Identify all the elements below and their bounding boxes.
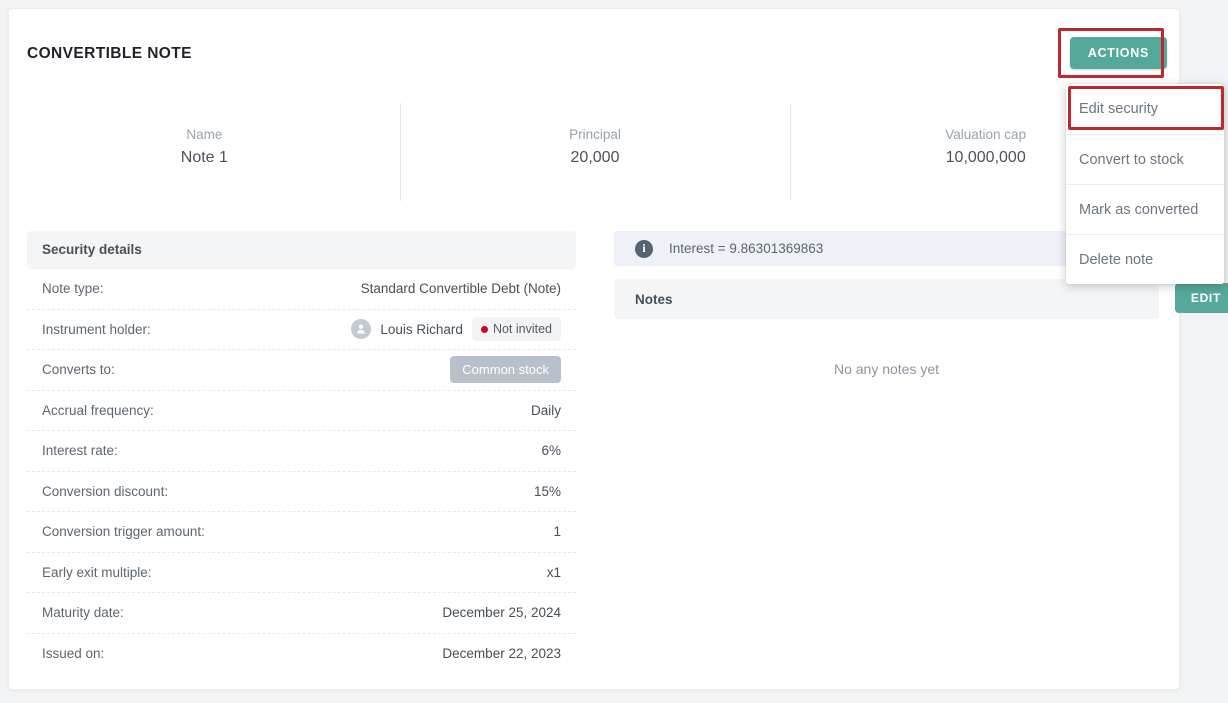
menu-item-edit-security[interactable]: Edit security	[1066, 84, 1224, 134]
notes-title: Notes	[635, 291, 673, 307]
detail-row-note-type: Note type: Standard Convertible Debt (No…	[27, 269, 576, 310]
menu-item-mark-as-converted[interactable]: Mark as converted	[1066, 184, 1224, 234]
detail-key: Early exit multiple:	[42, 564, 152, 580]
detail-value-group: Common stock	[450, 356, 561, 384]
edit-notes-button[interactable]: EDIT	[1174, 283, 1228, 313]
detail-row-issued-on: Issued on: December 22, 2023	[27, 634, 576, 675]
stat-value: Note 1	[180, 149, 228, 166]
notes-empty-message: No any notes yet	[833, 361, 940, 377]
detail-row-converts-to: Converts to: Common stock	[27, 350, 576, 391]
menu-item-delete-note[interactable]: Delete note	[1066, 234, 1224, 284]
detail-value: 1	[553, 524, 561, 540]
interest-info-text: Interest = 9.86301369863	[669, 241, 824, 256]
detail-key: Conversion trigger amount:	[42, 524, 205, 540]
detail-key: Instrument holder:	[42, 321, 151, 337]
detail-value: Standard Convertible Debt (Note)	[360, 281, 561, 297]
detail-row-instrument-holder: Instrument holder: Louis Richard Not inv…	[27, 310, 576, 350]
detail-value-group: Louis Richard Not invited	[351, 317, 561, 342]
actions-button[interactable]: ACTIONS	[1069, 37, 1167, 69]
security-details-header: Security details	[27, 231, 576, 269]
stat-principal: Principal 20,000	[399, 97, 791, 207]
convertible-note-card: CONVERTIBLE NOTE ACTIONS Name Note 1 Pri…	[8, 8, 1228, 690]
actions-dropdown-menu: Edit security Convert to stock Mark as c…	[1066, 84, 1224, 284]
summary-stats: Name Note 1 Principal 20,000 Valuation c…	[9, 97, 1181, 207]
detail-value: December 25, 2024	[442, 605, 561, 621]
stat-name: Name Note 1	[9, 97, 400, 207]
status-label: Not invited	[492, 322, 552, 337]
holder-name: Louis Richard	[380, 321, 463, 337]
notes-header: Notes EDIT	[614, 279, 1228, 319]
page-title: CONVERTIBLE NOTE	[27, 45, 192, 62]
card-content: Security details Note type: Standard Con…	[9, 219, 1228, 689]
detail-row-interest-rate: Interest rate: 6%	[27, 431, 576, 472]
detail-key: Converts to:	[42, 362, 115, 378]
detail-value: Daily	[530, 402, 561, 418]
detail-value: 6%	[541, 443, 561, 459]
detail-value: 15%	[533, 483, 561, 499]
detail-key: Maturity date:	[42, 605, 124, 621]
card-header: CONVERTIBLE NOTE ACTIONS	[9, 9, 1179, 97]
page-root: CONVERTIBLE NOTE ACTIONS Name Note 1 Pri…	[0, 0, 1228, 703]
detail-row-early-exit-multiple: Early exit multiple: x1	[27, 553, 576, 593]
converts-to-badge: Common stock	[450, 356, 561, 384]
detail-row-accrual-frequency: Accrual frequency: Daily	[27, 391, 576, 431]
actions-button-wrap: ACTIONS	[1069, 37, 1167, 69]
detail-row-conversion-trigger-amount: Conversion trigger amount: 1	[27, 512, 576, 553]
detail-row-conversion-discount: Conversion discount: 15%	[27, 472, 576, 512]
detail-key: Conversion discount:	[42, 483, 169, 499]
info-icon: i	[635, 239, 653, 258]
status-dot-icon	[480, 325, 488, 333]
detail-value: December 22, 2023	[442, 646, 561, 662]
detail-key: Issued on:	[42, 646, 105, 662]
detail-key: Accrual frequency:	[42, 402, 154, 418]
stat-label: Principal	[569, 127, 621, 142]
detail-key: Interest rate:	[42, 443, 118, 459]
detail-value: x1	[546, 564, 561, 580]
detail-row-maturity-date: Maturity date: December 25, 2024	[27, 593, 576, 634]
detail-key: Note type:	[42, 281, 104, 297]
menu-item-convert-to-stock[interactable]: Convert to stock	[1066, 134, 1224, 184]
status-badge: Not invited	[471, 317, 561, 342]
stat-label: Name	[186, 127, 223, 142]
stat-value: 20,000	[570, 149, 620, 166]
security-details-panel: Security details Note type: Standard Con…	[27, 231, 576, 674]
avatar	[351, 319, 372, 340]
